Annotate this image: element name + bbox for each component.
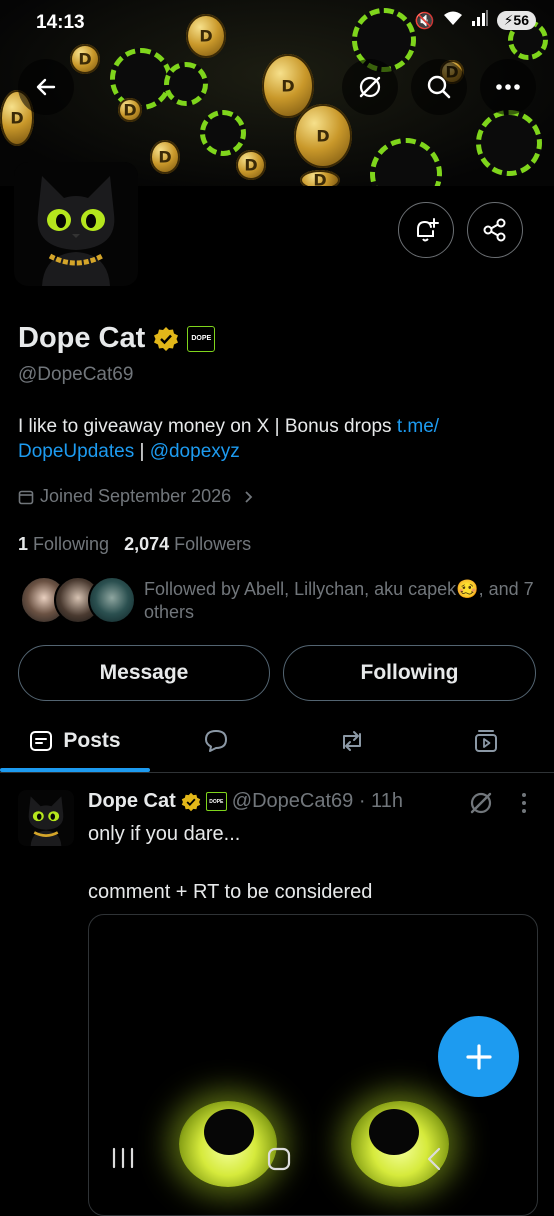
banner-chip: [200, 110, 246, 156]
arrow-left-icon: [36, 78, 56, 96]
following-stat[interactable]: 1 Following: [18, 534, 109, 554]
profile-avatar[interactable]: [14, 162, 138, 286]
banner-coin: [118, 98, 142, 122]
banner-chip: [164, 62, 208, 106]
battery-indicator: ⚡56: [496, 11, 536, 30]
joined-row[interactable]: Joined September 2026: [18, 486, 255, 507]
recents-icon: [112, 1147, 134, 1169]
bio-link-part: DopeUpdates: [18, 441, 135, 462]
banner-chip: [370, 138, 442, 186]
bio-text: I like to giveaway money on X | Bonus dr…: [18, 416, 397, 437]
bio-link-part: t.me/: [396, 416, 440, 437]
profile-handle: @DopeCat69: [18, 364, 134, 385]
more-horizontal-icon: [496, 84, 520, 90]
follower-avatar[interactable]: [88, 576, 136, 624]
posts-icon: [30, 731, 53, 751]
plus-icon: [465, 1043, 492, 1070]
tab-posts[interactable]: Posts: [0, 712, 150, 770]
followed-by-text[interactable]: Followed by Abell, Lillychan, aku capek🥴…: [144, 578, 544, 624]
banner-coin: [70, 44, 100, 74]
chevron-right-icon: [245, 490, 253, 503]
affiliate-badge-text: DOPE: [191, 335, 212, 342]
status-time: 14:13: [36, 12, 85, 33]
post-more-button[interactable]: [518, 792, 530, 819]
bell-plus-icon: [417, 218, 439, 242]
notifications-button[interactable]: [398, 202, 454, 258]
profile-bio: I like to giveaway money on X | Bonus dr…: [18, 414, 528, 464]
back-chevron-icon: [427, 1147, 441, 1171]
black-cat-avatar: [14, 162, 138, 286]
grok-icon: [359, 76, 381, 98]
post-text: only if you dare... comment + RT to be c…: [88, 823, 373, 903]
search-button[interactable]: [411, 59, 467, 115]
message-button[interactable]: Message: [18, 645, 270, 701]
nav-back-button[interactable]: [424, 1146, 444, 1177]
banner-coin: [300, 170, 340, 186]
affiliate-badge[interactable]: DOPE: [187, 325, 216, 352]
following-button[interactable]: Following: [283, 645, 536, 701]
share-button[interactable]: [467, 202, 523, 258]
reposts-icon: [343, 731, 361, 751]
compose-post-button[interactable]: [438, 1016, 519, 1097]
wifi-icon: [443, 10, 463, 31]
affiliate-badge-text: DOPE: [209, 798, 224, 805]
post-handle-time: @DopeCat69 · 11h: [231, 790, 403, 812]
banner-coin: [294, 104, 352, 168]
profile-tabs: Posts: [0, 712, 554, 770]
post-author-name[interactable]: Dope Cat: [88, 790, 176, 813]
tab-reposts[interactable]: [312, 712, 392, 770]
more-button[interactable]: [480, 59, 536, 115]
tabs-divider: [0, 772, 554, 773]
media-icon: [475, 730, 497, 752]
bio-separator: |: [134, 441, 150, 462]
nav-recents-button[interactable]: [110, 1146, 136, 1175]
followed-by-emoji: 🥴: [456, 579, 479, 599]
glowing-eye: [179, 1101, 277, 1187]
verified-badge-icon: [181, 792, 201, 811]
banner-chip: [476, 110, 542, 176]
affiliate-badge: DOPE: [205, 792, 227, 811]
battery-level: 56: [513, 12, 529, 28]
follow-stats: 1 Following 2,074 Followers: [18, 534, 251, 555]
tab-media[interactable]: [446, 712, 526, 770]
status-icons: 🔇 ⚡56: [415, 10, 536, 31]
back-button[interactable]: [18, 59, 74, 115]
followed-by-names: Followed by Abell, Lillychan, aku capek: [144, 579, 457, 599]
followers-count: 2,074: [124, 534, 170, 554]
banner-coin: [236, 150, 266, 180]
grok-button[interactable]: [342, 59, 398, 115]
eye-pupil: [204, 1109, 254, 1155]
post-header: Dope Cat DOPE @DopeCat69 · 11h: [88, 790, 403, 813]
home-icon: [267, 1147, 291, 1171]
following-count: 1: [18, 534, 29, 554]
grok-icon: [470, 792, 492, 814]
banner-coin: [186, 14, 226, 58]
joined-text: Joined September 2026: [40, 486, 232, 506]
profile-name-row: Dope Cat DOPE: [18, 322, 216, 355]
followers-stat[interactable]: 2,074 Followers: [124, 534, 251, 554]
mute-icon: 🔇: [414, 12, 435, 30]
replies-icon: [205, 730, 227, 752]
display-name: Dope Cat: [18, 322, 146, 354]
calendar-icon: [18, 490, 34, 504]
post-grok-button[interactable]: [468, 790, 494, 821]
black-cat-avatar: [18, 790, 74, 846]
tab-replies[interactable]: [176, 712, 256, 770]
followers-label: Followers: [174, 534, 252, 554]
eye-pupil: [369, 1109, 419, 1155]
bio-link-mention[interactable]: @dopexyz: [150, 441, 240, 462]
share-icon: [483, 218, 506, 242]
tab-posts-label: Posts: [63, 729, 121, 752]
banner-coin: [150, 140, 180, 174]
signal-icon: [471, 10, 489, 31]
post-author-avatar[interactable]: [18, 790, 74, 846]
following-label: Following: [33, 534, 110, 554]
verified-badge-icon[interactable]: [153, 326, 179, 352]
more-vertical-icon: [522, 793, 526, 813]
search-icon: [427, 75, 451, 99]
nav-home-button[interactable]: [266, 1146, 292, 1177]
